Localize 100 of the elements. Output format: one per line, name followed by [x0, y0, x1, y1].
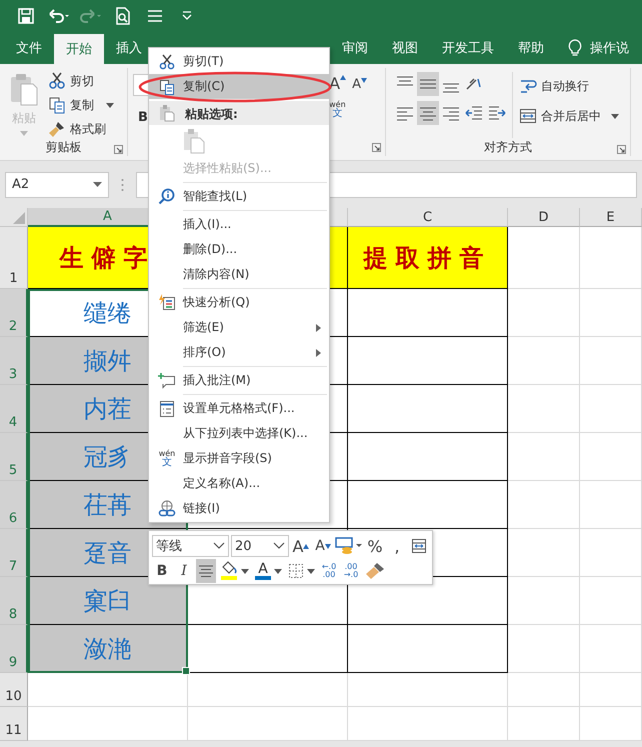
align-center-button[interactable] — [196, 559, 216, 583]
bold-button[interactable]: B — [133, 110, 153, 125]
money-icon — [335, 537, 363, 555]
ribbon-tab[interactable]: 文件 — [4, 32, 54, 64]
table-cell — [580, 529, 642, 577]
row-header[interactable]: 9 — [0, 625, 28, 673]
column-header[interactable]: E — [580, 208, 642, 227]
table-cell — [508, 577, 580, 625]
table-cell — [580, 673, 642, 707]
caret-icon[interactable] — [307, 568, 315, 574]
row-header[interactable]: 6 — [0, 481, 28, 529]
caret-icon[interactable] — [274, 568, 282, 574]
grow-font-button[interactable]: A — [291, 534, 311, 558]
merge-center-button[interactable]: 合并后居中 — [519, 106, 619, 126]
table-cell — [508, 673, 580, 707]
shrink-font-button[interactable]: A — [352, 74, 367, 93]
fill-handle[interactable] — [182, 667, 190, 675]
lightbulb-icon — [568, 39, 582, 57]
table-cell: 提取拼音 — [348, 227, 508, 289]
font-color-button[interactable]: A — [253, 559, 284, 583]
dropdown-caret-icon[interactable] — [106, 102, 114, 108]
font-size-field[interactable]: 20 — [231, 535, 289, 557]
menu-item[interactable]: 智能查找(L) — [149, 184, 329, 209]
group-label: 对齐方式 — [484, 138, 532, 156]
row-header[interactable]: 10 — [0, 673, 28, 707]
phonetic-button[interactable]: wén 文 — [329, 101, 346, 119]
table-cell — [580, 337, 642, 385]
chevron-down-icon — [213, 542, 225, 550]
table-cell — [580, 385, 642, 433]
down-triangle-icon — [361, 78, 367, 83]
shrink-font-button[interactable]: A — [313, 534, 333, 558]
comment-icon — [158, 372, 176, 390]
up-triangle-icon — [340, 75, 346, 80]
dialog-launcher-icon[interactable] — [114, 145, 123, 154]
ribbon-tab[interactable]: 开发工具 — [430, 32, 506, 64]
fill-color-button[interactable] — [218, 559, 251, 583]
copy-icon — [48, 96, 66, 114]
ribbon-tab[interactable]: 帮助 — [506, 32, 556, 64]
indent-icon — [487, 104, 507, 122]
table-cell — [580, 289, 642, 337]
tell-me-search[interactable]: 操作说 — [590, 39, 629, 57]
phonetic-icon: wén 文 — [158, 450, 176, 468]
table-cell — [580, 481, 642, 529]
align-middle-button[interactable] — [417, 72, 439, 96]
align-center-button[interactable] — [417, 101, 439, 125]
table-cell: 潋滟 — [28, 625, 188, 673]
menu-heading: 粘贴选项: — [185, 106, 238, 123]
copy-icon — [159, 78, 175, 94]
paintbrush-icon — [365, 562, 385, 580]
row-header[interactable]: 8 — [0, 577, 28, 625]
row-header[interactable]: 5 — [0, 433, 28, 481]
row-header[interactable]: 1 — [0, 227, 28, 289]
table-cell — [580, 707, 642, 741]
table-cell — [508, 529, 580, 577]
table-cell — [508, 707, 580, 741]
percent-button[interactable]: % — [365, 534, 385, 558]
table-cell — [508, 337, 580, 385]
copy-button[interactable]: 复制 — [48, 95, 114, 115]
increase-decimal-button[interactable]: ←.0 .00 — [319, 559, 339, 583]
submenu-arrow-icon — [316, 324, 321, 332]
down-triangle-icon — [324, 544, 331, 549]
row-header[interactable]: 7 — [0, 529, 28, 577]
ribbon-tab[interactable]: 开始 — [54, 34, 104, 64]
table-cell — [508, 385, 580, 433]
font-name-field[interactable]: 等线 — [152, 535, 229, 557]
row-header[interactable]: 3 — [0, 337, 28, 385]
caret-icon — [20, 131, 28, 136]
decrease-decimal-button[interactable]: .00 →.0 — [341, 559, 361, 583]
row-header[interactable]: 11 — [0, 707, 28, 741]
merge-cells-icon — [519, 107, 537, 125]
align-center-icon — [198, 564, 214, 578]
table-cell — [580, 433, 642, 481]
ribbon-tab[interactable]: 审阅 — [330, 32, 380, 64]
column-header[interactable]: D — [508, 208, 580, 227]
table-cell — [580, 227, 642, 289]
scissors-icon — [159, 54, 175, 70]
link-icon — [158, 500, 176, 518]
wrap-text-button[interactable]: 自动换行 — [519, 76, 619, 96]
table-cell — [580, 577, 642, 625]
column-header[interactable]: C — [348, 208, 508, 227]
align-top-icon — [395, 76, 415, 86]
table-cell — [508, 625, 580, 673]
row-header[interactable]: 4 — [0, 385, 28, 433]
clipboard-icon — [159, 104, 175, 122]
table-icon — [411, 538, 427, 554]
name-box[interactable]: A2 — [5, 172, 109, 198]
search-icon — [158, 188, 176, 206]
cut-button[interactable]: 剪切 — [48, 71, 114, 91]
dialog-launcher-icon[interactable] — [617, 145, 626, 154]
ribbon-tab[interactable]: 视图 — [380, 32, 430, 64]
dialog-launcher-icon[interactable] — [372, 142, 381, 152]
caret-icon[interactable] — [241, 568, 249, 574]
dropdown-caret-icon[interactable] — [611, 114, 619, 118]
clipboard-icon — [9, 72, 39, 106]
row-header[interactable]: 2 — [0, 289, 28, 337]
chevron-down-icon — [273, 542, 285, 550]
paintbrush-icon — [48, 120, 66, 138]
format-painter-button[interactable]: 格式刷 — [48, 119, 114, 139]
comma-style-button[interactable]: , — [387, 534, 407, 558]
align-bottom-icon — [441, 83, 461, 93]
